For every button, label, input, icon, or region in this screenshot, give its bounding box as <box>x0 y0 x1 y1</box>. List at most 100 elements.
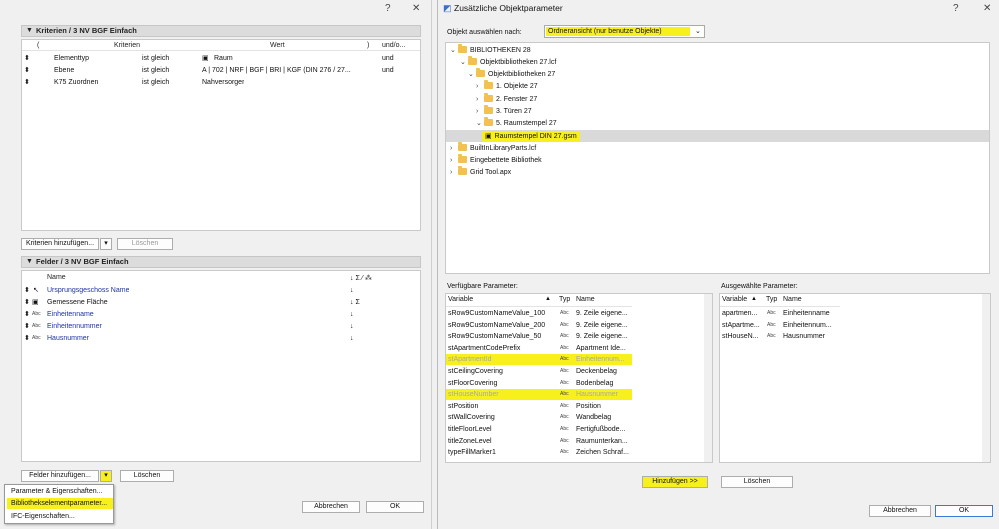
field-flags[interactable]: ↓ Σ <box>350 297 360 308</box>
col-variable[interactable]: Variable <box>722 296 747 303</box>
field-flags[interactable]: ↓ <box>350 333 354 344</box>
drag-handle-icon[interactable]: ⬍ <box>24 321 30 332</box>
available-parameter-row[interactable]: stHouseNumber Abc Hausnummer <box>446 389 632 401</box>
tree-item-bibliotheken[interactable]: ⌄ BIBLIOTHEKEN 28 <box>450 44 531 56</box>
field-flags[interactable]: ↓ <box>350 285 354 296</box>
field-row[interactable]: ⬍ ↖ Ursprungsgeschoss Name ↓ <box>22 285 420 296</box>
chevron-icon[interactable]: ⌄ <box>476 118 484 129</box>
criterion-value[interactable]: A | 702 | NRF | BGF | BRI | KGF (DIN 276… <box>202 65 362 76</box>
available-parameter-row[interactable]: titleZoneLevel Abc Raumunterkan... <box>446 436 632 447</box>
close-icon[interactable]: ✕ <box>983 3 991 14</box>
add-criteria-dropdown-icon[interactable]: ▾ <box>100 238 112 250</box>
collapse-triangle-icon[interactable]: ▼ <box>26 26 33 36</box>
chevron-icon[interactable]: › <box>476 81 484 92</box>
ok-button[interactable]: OK <box>935 505 993 517</box>
field-name[interactable]: Einheitenname <box>47 309 94 320</box>
drag-handle-icon[interactable]: ⬍ <box>24 77 30 88</box>
criterion-value[interactable]: Raum <box>214 53 233 64</box>
selected-parameter-row[interactable]: stHouseN... Abc Hausnummer <box>720 331 860 342</box>
drag-handle-icon[interactable]: ⬍ <box>24 285 30 296</box>
menu-item-parameters-properties[interactable]: Parameter & Eigenschaften... <box>11 486 111 497</box>
chevron-icon[interactable]: › <box>450 155 458 166</box>
col-typ[interactable]: Typ <box>559 296 570 303</box>
tree-item-objektbibliotheken[interactable]: ⌄ Objektbibliotheken 27 <box>468 68 555 80</box>
available-parameter-row[interactable]: sRow9CustomNameValue_200 Abc 9. Zeile eige… <box>446 320 632 331</box>
available-parameter-row[interactable]: titleFloorLevel Abc Fertigfußbode... <box>446 424 632 435</box>
tree-item-raumstempel[interactable]: ⌄ 5. Raumstempel 27 <box>476 117 557 129</box>
criterion-operator[interactable]: ist gleich <box>142 53 169 64</box>
field-flags[interactable]: ↓ <box>350 321 354 332</box>
delete-parameter-button[interactable]: Löschen <box>721 476 793 488</box>
cancel-button[interactable]: Abbrechen <box>869 505 931 517</box>
tree-item-objektbibliotheken-lcf[interactable]: ⌄ Objektbibliotheken 27.lcf <box>460 56 556 68</box>
drag-handle-icon[interactable]: ⬍ <box>24 65 30 76</box>
tree-item-tueren[interactable]: › 3. Türen 27 <box>476 105 532 117</box>
tree-item-grid-tool[interactable]: › Grid Tool.apx <box>450 166 511 178</box>
ok-button[interactable]: OK <box>366 501 424 513</box>
cancel-button[interactable]: Abbrechen <box>302 501 360 513</box>
col-name[interactable]: Name <box>783 296 802 303</box>
field-row[interactable]: ⬍ ▣ Gemessene Fläche ↓ Σ <box>22 297 420 308</box>
available-parameter-row[interactable]: sRow9CustomNameValue_100 Abc 9. Zeile eige… <box>446 308 632 319</box>
col-variable[interactable]: Variable <box>448 296 473 303</box>
drag-handle-icon[interactable]: ⬍ <box>24 53 30 64</box>
field-row[interactable]: ⬍ Abc Einheitenname ↓ <box>22 309 420 320</box>
close-icon[interactable]: ✕ <box>412 3 420 14</box>
help-icon[interactable]: ? <box>385 3 391 14</box>
available-scrollbar[interactable] <box>704 294 712 462</box>
drag-handle-icon[interactable]: ⬍ <box>24 297 30 308</box>
selected-parameter-row[interactable]: stApartme... Abc Einheitennum... <box>720 320 860 331</box>
chevron-icon[interactable]: › <box>450 167 458 178</box>
tree-item-objekte[interactable]: › 1. Objekte 27 <box>476 80 538 92</box>
field-row[interactable]: ⬍ Abc Einheitennummer ↓ <box>22 321 420 332</box>
available-parameter-row[interactable]: stFloorCovering Abc Bodenbelag <box>446 378 632 389</box>
tree-item-fenster[interactable]: › 2. Fenster 27 <box>476 93 537 105</box>
available-parameter-row[interactable]: sRow9CustomNameValue_50 Abc 9. Zeile eigen… <box>446 331 632 342</box>
menu-item-library-parameters[interactable]: Bibliothekselementparameter... <box>7 498 113 509</box>
delete-fields-button[interactable]: Löschen <box>120 470 174 482</box>
criterion-operator[interactable]: ist gleich <box>142 65 169 76</box>
criterion-value[interactable]: Nahversorger <box>202 77 244 88</box>
chevron-icon[interactable]: › <box>476 94 484 105</box>
available-parameter-row[interactable]: stPosition Abc Position <box>446 401 632 412</box>
selected-scrollbar[interactable] <box>982 294 990 462</box>
add-fields-dropdown-icon[interactable]: ▾ <box>100 470 112 482</box>
chevron-icon[interactable]: ⌄ <box>450 45 458 56</box>
tree-item-raumstempel-gsm[interactable]: ▣ Raumstempel DIN 27.gsm <box>482 131 580 142</box>
available-parameter-row[interactable]: stWallCovering Abc Wandbelag <box>446 412 632 423</box>
field-name[interactable]: Gemessene Fläche <box>47 297 108 308</box>
chevron-icon[interactable]: ⌄ <box>460 57 468 68</box>
available-parameter-row[interactable]: stApartmentCodePrefix Abc Apartment Ide... <box>446 343 632 354</box>
fields-section-header[interactable]: ▼ Felder / 3 NV BGF Einfach <box>21 256 421 268</box>
field-flags[interactable]: ↓ <box>350 309 354 320</box>
delete-criteria-button[interactable]: Löschen <box>117 238 173 250</box>
object-select-dropdown[interactable]: Ordneransicht (nur benutze Objekte) ⌄ <box>544 25 705 38</box>
criteria-row[interactable]: ⬍ K75 Zuordnen ist gleich Nahversorger <box>22 77 420 88</box>
criteria-row[interactable]: ⬍ Ebene ist gleich A | 702 | NRF | BGF |… <box>22 65 420 76</box>
collapse-triangle-icon[interactable]: ▼ <box>26 257 33 267</box>
field-name[interactable]: Hausnummer <box>47 333 89 344</box>
tree-item-eingebettete[interactable]: › Eingebettete Bibliothek <box>450 154 542 166</box>
col-typ[interactable]: Typ <box>766 296 777 303</box>
field-row[interactable]: ⬍ Abc Hausnummer ↓ <box>22 333 420 344</box>
chevron-icon[interactable]: ⌄ <box>468 69 476 80</box>
chevron-icon[interactable]: › <box>450 143 458 154</box>
chevron-icon[interactable]: › <box>476 106 484 117</box>
col-name[interactable]: Name <box>576 296 595 303</box>
available-parameter-row[interactable]: stCeilingCovering Abc Deckenbelag <box>446 366 632 377</box>
selected-parameter-row[interactable]: apartmen... Abc Einheitenname <box>720 308 860 319</box>
criterion-operator[interactable]: ist gleich <box>142 77 169 88</box>
available-parameter-row[interactable]: typeFillMarker1 Abc Zeichen Schraf... <box>446 447 632 458</box>
field-name[interactable]: Einheitennummer <box>47 321 102 332</box>
criterion-conj[interactable]: und <box>382 53 394 64</box>
help-icon[interactable]: ? <box>953 3 959 14</box>
field-name[interactable]: Ursprungsgeschoss Name <box>47 285 129 296</box>
drag-handle-icon[interactable]: ⬍ <box>24 333 30 344</box>
criteria-section-header[interactable]: ▼ Kriterien / 3 NV BGF Einfach <box>21 25 421 37</box>
criterion-conj[interactable]: und <box>382 65 394 76</box>
criteria-row[interactable]: ⬍ Elementtyp ist gleich ▣ Raum und <box>22 53 420 64</box>
add-fields-button[interactable]: Felder hinzufügen... <box>21 470 99 482</box>
drag-handle-icon[interactable]: ⬍ <box>24 309 30 320</box>
add-criteria-button[interactable]: Kriterien hinzufügen... <box>21 238 99 250</box>
menu-item-ifc-properties[interactable]: IFC-Eigenschaften... <box>11 511 111 522</box>
